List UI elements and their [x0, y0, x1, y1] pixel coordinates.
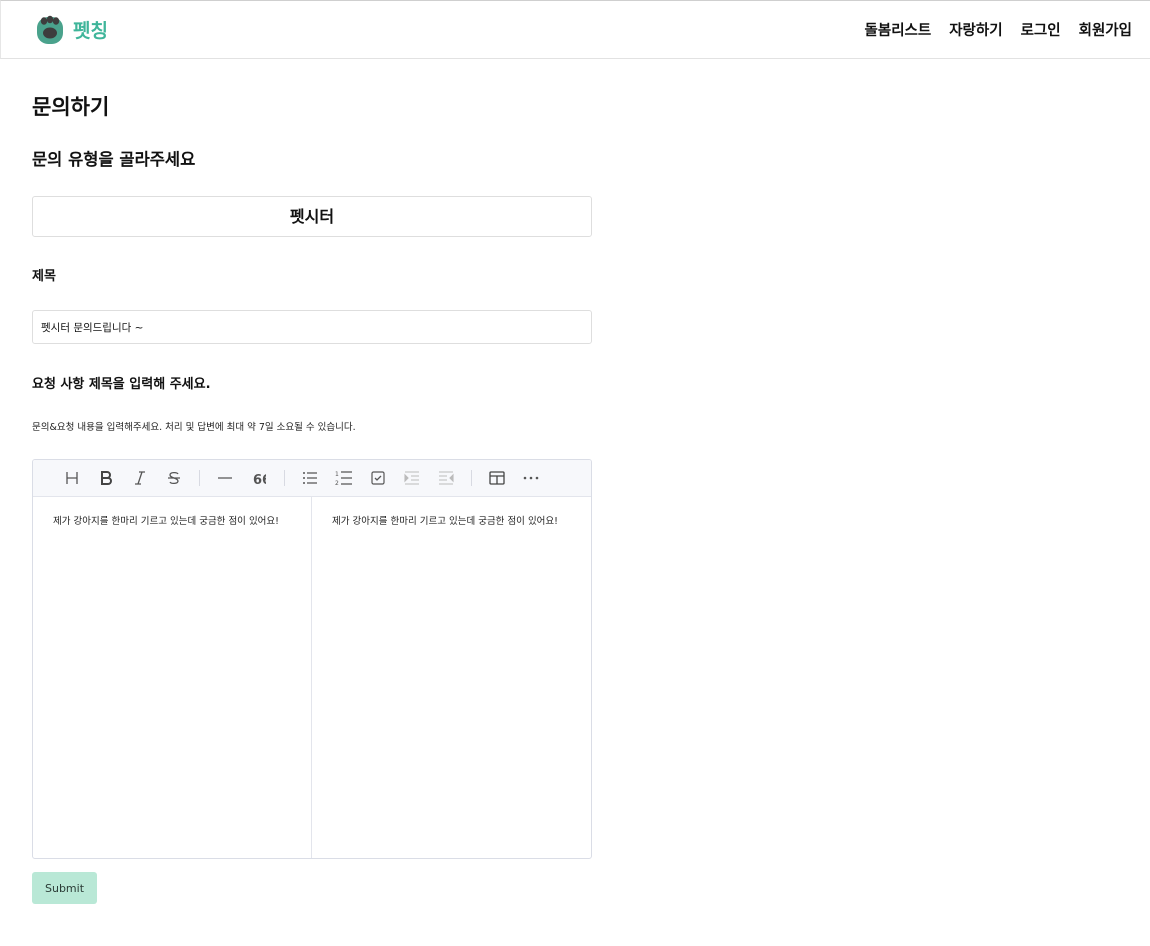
hr-icon[interactable] [208, 460, 242, 497]
more-icon[interactable] [514, 460, 548, 497]
nav-show-off[interactable]: 자랑하기 [949, 19, 1002, 40]
toolbar-divider [284, 470, 285, 486]
strike-icon[interactable] [157, 460, 191, 497]
paw-logo-icon [37, 15, 63, 44]
page-title: 문의하기 [32, 95, 110, 119]
title-helper-text: 요청 사항 제목을 입력해 주세요. [32, 377, 211, 392]
bold-icon[interactable] [89, 460, 123, 497]
markdown-input-pane[interactable]: 제가 강아지를 한마리 기르고 있는데 궁금한 점이 있어요! [33, 497, 312, 858]
svg-text:1: 1 [335, 471, 339, 478]
title-input[interactable] [32, 310, 592, 344]
outdent-icon[interactable] [429, 460, 463, 497]
quote-icon[interactable]: 66 [242, 460, 276, 497]
brand-name: 펫칭 [73, 19, 108, 42]
nav-care-list[interactable]: 돌봄리스트 [865, 19, 932, 40]
heading-icon[interactable] [55, 460, 89, 497]
nav-signup[interactable]: 회원가입 [1079, 19, 1132, 40]
italic-icon[interactable] [123, 460, 157, 497]
submit-button[interactable]: Submit [32, 872, 97, 904]
inquiry-type-select[interactable]: 펫시터 [32, 196, 592, 237]
toolbar-divider [199, 470, 200, 486]
editor-toolbar: 66 12 [33, 460, 591, 497]
nav-login[interactable]: 로그인 [1021, 19, 1061, 40]
inquiry-type-prompt: 문의 유형을 골라주세요 [32, 150, 196, 169]
toolbar-divider [471, 470, 472, 486]
editor-panes: 제가 강아지를 한마리 기르고 있는데 궁금한 점이 있어요! 제가 강아지를 … [33, 497, 591, 858]
title-label: 제목 [32, 269, 56, 284]
content-helper-text: 문의&요청 내용을 입력해주세요. 처리 및 답변에 최대 약 7일 소요될 수… [32, 422, 356, 433]
top-navbar: 펫칭 돌봄리스트 자랑하기 로그인 회원가입 [0, 0, 1150, 59]
ordered-list-icon[interactable]: 12 [327, 460, 361, 497]
table-icon[interactable] [480, 460, 514, 497]
brand-logo[interactable]: 펫칭 [35, 12, 108, 46]
svg-text:2: 2 [335, 480, 339, 486]
preview-pane: 제가 강아지를 한마리 기르고 있는데 궁금한 점이 있어요! [332, 516, 558, 527]
main-nav: 돌봄리스트 자랑하기 로그인 회원가입 [865, 19, 1132, 40]
markdown-editor: 66 12 제가 강아지를 한마리 기르고 있는데 궁금한 점이 있어요! 제가… [32, 459, 592, 859]
svg-text:66: 66 [253, 473, 266, 485]
bullet-list-icon[interactable] [293, 460, 327, 497]
indent-icon[interactable] [395, 460, 429, 497]
task-list-icon[interactable] [361, 460, 395, 497]
